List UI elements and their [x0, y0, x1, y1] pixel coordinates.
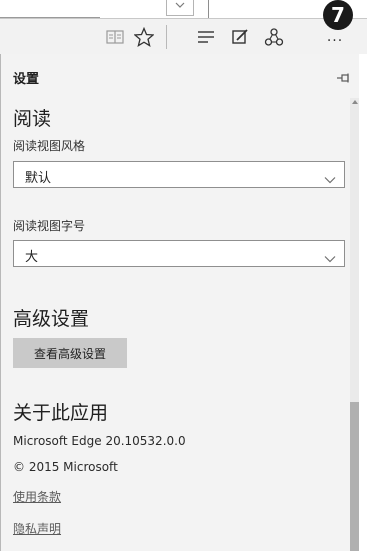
- share-icon[interactable]: [261, 25, 287, 49]
- reading-font-size-select[interactable]: 大: [13, 240, 345, 267]
- chevron-down-icon: [175, 1, 185, 12]
- chevron-down-icon: [324, 169, 336, 188]
- version-text: Microsoft Edge 20.10532.0.0: [13, 434, 186, 448]
- settings-panel: 设置 阅读 阅读视图风格 默认 阅读视图字号 大 高级设置 查看高级设置 关于此…: [0, 54, 359, 551]
- reading-style-value: 默认: [25, 171, 52, 186]
- reading-style-select[interactable]: 默认: [13, 161, 345, 188]
- favorite-star-icon[interactable]: [131, 25, 157, 49]
- scroll-up-arrow-icon[interactable]: [352, 100, 358, 104]
- scrollbar-thumb[interactable]: [350, 402, 359, 551]
- view-advanced-settings-button[interactable]: 查看高级设置: [13, 338, 127, 368]
- chevron-down-icon: [324, 248, 336, 267]
- panel-title: 设置: [13, 72, 40, 87]
- copyright-text: © 2015 Microsoft: [13, 460, 118, 474]
- toolbar-separator: [166, 25, 167, 49]
- hub-icon[interactable]: [193, 25, 219, 49]
- reading-style-label: 阅读视图风格: [13, 139, 86, 153]
- panel-header: 设置: [1, 54, 359, 98]
- pin-icon[interactable]: [337, 68, 351, 87]
- reading-font-size-value: 大: [25, 250, 39, 265]
- privacy-statement-link[interactable]: 隐私声明: [13, 520, 61, 537]
- terms-of-use-link[interactable]: 使用条款: [13, 488, 61, 505]
- address-bar-fragment: [0, 0, 367, 20]
- reading-view-icon[interactable]: [102, 25, 128, 49]
- address-dropdown[interactable]: [166, 0, 194, 16]
- step-number-badge: 7: [323, 0, 353, 30]
- web-note-icon[interactable]: [227, 25, 253, 49]
- advanced-section-title: 高级设置: [13, 308, 90, 330]
- about-section-title: 关于此应用: [13, 402, 109, 424]
- reading-section-title: 阅读: [13, 108, 52, 130]
- divider: [208, 0, 209, 18]
- browser-toolbar: ···: [0, 18, 367, 54]
- reading-font-size-label: 阅读视图字号: [13, 219, 86, 233]
- page-edge: [359, 54, 367, 551]
